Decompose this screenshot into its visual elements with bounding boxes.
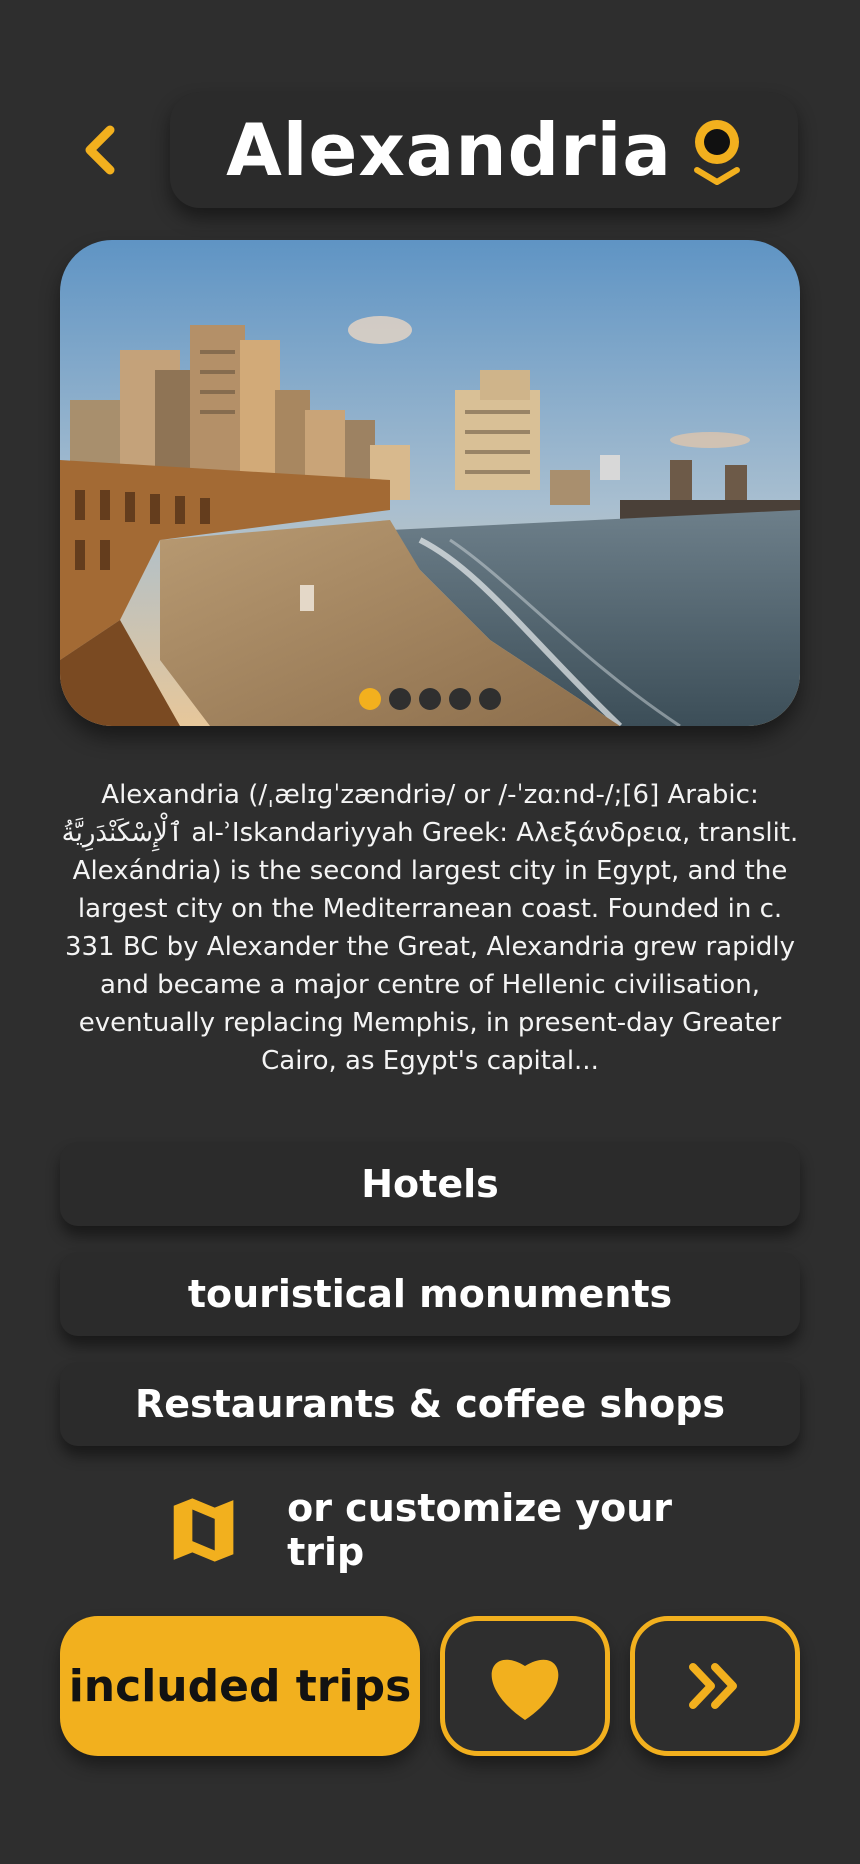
next-button[interactable] bbox=[630, 1616, 800, 1756]
page-title: Alexandria bbox=[226, 108, 672, 192]
customize-trip-label: or customize your trip bbox=[287, 1486, 673, 1574]
carousel-dot[interactable] bbox=[419, 688, 441, 710]
customize-trip-link[interactable]: or customize your trip bbox=[170, 1486, 730, 1574]
map-icon bbox=[173, 1498, 234, 1562]
city-description: Alexandria (/ˌælɪɡˈzændriə/ or /-ˈzɑːnd-… bbox=[61, 780, 799, 1076]
back-button[interactable] bbox=[70, 120, 130, 180]
city-photo-carousel[interactable] bbox=[60, 240, 800, 726]
included-trips-button[interactable]: included trips bbox=[60, 1616, 420, 1756]
carousel-dot[interactable] bbox=[479, 688, 501, 710]
hotels-button[interactable]: Hotels bbox=[60, 1142, 800, 1226]
title-card: Alexandria bbox=[170, 92, 798, 208]
carousel-dot[interactable] bbox=[389, 688, 411, 710]
chevron-left-icon bbox=[85, 125, 115, 175]
double-chevron-right-icon bbox=[689, 1663, 737, 1709]
carousel-dot[interactable] bbox=[359, 688, 381, 710]
touristical-monuments-button[interactable]: touristical monuments bbox=[60, 1252, 800, 1336]
map-pin-icon[interactable] bbox=[691, 116, 743, 188]
carousel-dot[interactable] bbox=[449, 688, 471, 710]
carousel-dots bbox=[60, 688, 800, 710]
restaurants-coffee-shops-button[interactable]: Restaurants & coffee shops bbox=[60, 1362, 800, 1446]
city-photo bbox=[60, 240, 800, 726]
heart-icon bbox=[491, 1659, 559, 1720]
favorite-button[interactable] bbox=[440, 1616, 610, 1756]
